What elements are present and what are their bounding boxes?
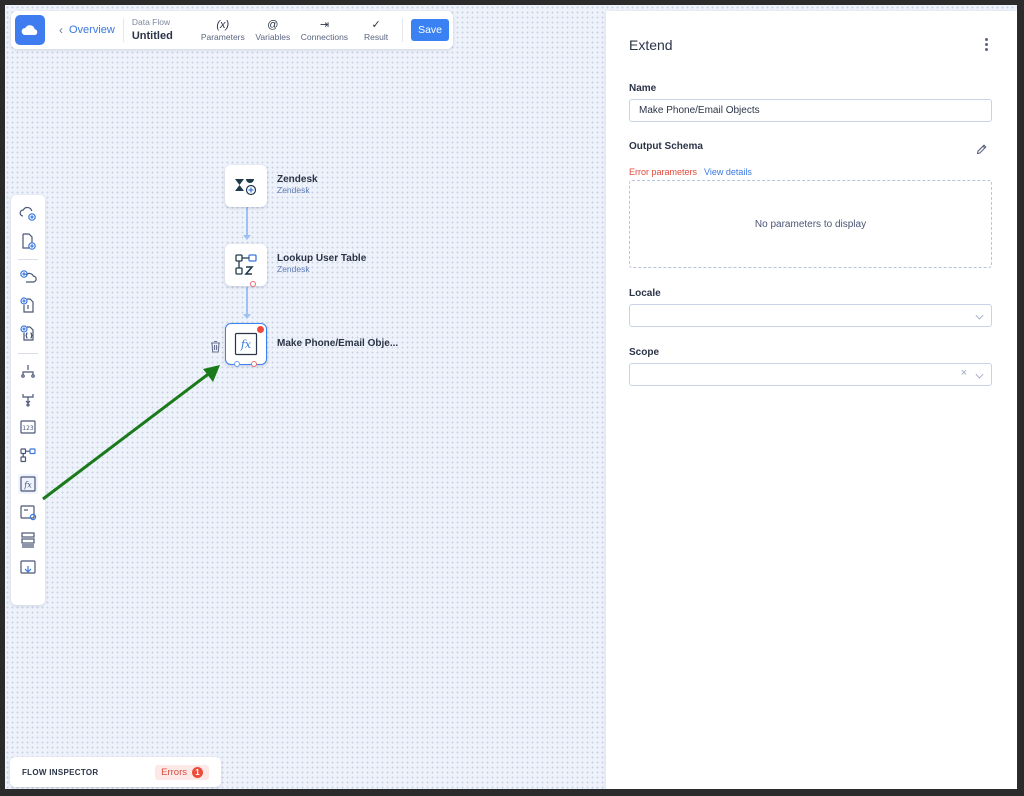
result-label: Result	[364, 31, 389, 42]
output-port[interactable]	[250, 281, 256, 287]
errors-badge[interactable]: Errors 1	[155, 764, 209, 780]
connector-line	[246, 207, 248, 237]
save-button[interactable]: Save	[411, 19, 450, 41]
clear-icon[interactable]: ×	[961, 367, 967, 379]
errors-count: 1	[192, 766, 203, 778]
app-logo-icon[interactable]	[15, 15, 45, 45]
breadcrumb-type: Data Flow	[131, 17, 171, 28]
no-params-text: No parameters to display	[754, 218, 867, 230]
zendesk-add-icon	[235, 179, 257, 196]
svg-text:123: 123	[22, 425, 34, 432]
error-parameters-text: Error parameters	[629, 167, 698, 177]
properties-panel: Extend Name Output Schema Error paramete…	[606, 11, 1017, 789]
top-toolbar: ‹ Overview Data Flow Untitled (x) Parame…	[11, 11, 453, 49]
output-port[interactable]	[251, 361, 257, 367]
annotation-arrow-icon	[42, 365, 220, 501]
connector-arrow-icon	[243, 314, 251, 319]
more-options-icon[interactable]	[983, 38, 989, 52]
name-label: Name	[629, 83, 657, 94]
number-icon[interactable]: 123	[18, 417, 38, 437]
app-window: ‹ Overview Data Flow Untitled (x) Parame…	[5, 5, 1017, 789]
chevron-down-icon	[975, 311, 984, 320]
result-icon: ✓	[371, 18, 381, 31]
node-lookup-user-table[interactable]	[225, 244, 267, 287]
node-title: Zendesk	[277, 174, 318, 185]
input-port[interactable]	[234, 361, 240, 367]
palette-divider	[18, 259, 38, 260]
node-subtitle: Zendesk	[277, 184, 310, 195]
add-cloud-target-icon[interactable]	[18, 267, 38, 287]
locale-label: Locale	[629, 288, 661, 299]
connections-label: Connections	[300, 31, 349, 42]
flow-inspector-bar[interactable]: FLOW INSPECTOR Errors 1	[10, 757, 221, 787]
output-schema-label: Output Schema	[629, 141, 703, 152]
lookup-table-icon	[235, 254, 257, 275]
add-json-target-icon[interactable]	[18, 323, 38, 343]
toolbar-divider	[402, 18, 404, 42]
locale-select[interactable]	[629, 304, 992, 327]
email-icon[interactable]	[18, 502, 38, 522]
flow-title[interactable]: Untitled	[132, 30, 173, 42]
branch-icon[interactable]	[18, 361, 38, 381]
output-icon[interactable]	[18, 558, 38, 578]
connector-arrow-icon	[243, 235, 251, 240]
stack-icon[interactable]	[18, 530, 38, 550]
merge-icon[interactable]	[18, 389, 38, 409]
edit-pencil-icon[interactable]	[976, 142, 987, 160]
connector-line	[246, 287, 248, 317]
trash-icon[interactable]	[210, 340, 221, 358]
name-input[interactable]	[629, 99, 992, 122]
overview-label: Overview	[69, 24, 115, 36]
node-title: Lookup User Table	[277, 253, 367, 264]
parameters-button[interactable]: (x) Parameters	[201, 19, 245, 42]
errors-label: Errors	[161, 766, 187, 778]
breadcrumb: Data Flow Untitled	[131, 17, 173, 42]
node-make-phone-email-label: Make Phone/Email Obje...	[277, 338, 398, 350]
svg-text:fx: fx	[240, 338, 252, 351]
fx-icon: fx	[234, 332, 258, 356]
output-schema-box: No parameters to display	[629, 180, 992, 268]
parameters-label: Parameters	[200, 31, 245, 42]
connections-button[interactable]: ⇥ Connections	[301, 19, 348, 42]
palette-divider	[18, 353, 38, 354]
variables-label: Variables	[255, 31, 291, 42]
node-lookup-label: Lookup User Table Zendesk	[277, 253, 366, 274]
add-file-target-icon[interactable]	[18, 295, 38, 315]
lookup-icon[interactable]	[18, 445, 38, 465]
svg-text:fx: fx	[23, 481, 32, 490]
result-button[interactable]: ✓ Result	[354, 19, 398, 42]
toolbar-tools: (x) Parameters @ Variables ⇥ Connections…	[201, 19, 398, 42]
parameters-icon: (x)	[216, 18, 230, 31]
flow-inspector-label: FLOW INSPECTOR	[22, 767, 99, 777]
variables-icon: @	[267, 18, 279, 31]
back-to-overview-link[interactable]: ‹ Overview	[59, 23, 115, 37]
node-zendesk[interactable]	[225, 165, 267, 207]
fx-extend-icon[interactable]: fx	[18, 474, 38, 494]
chevron-down-icon	[975, 370, 984, 379]
add-cloud-source-icon[interactable]	[18, 203, 38, 223]
scope-select[interactable]: ×	[629, 363, 992, 386]
scope-label: Scope	[629, 347, 660, 358]
node-title: Make Phone/Email Obje...	[277, 338, 399, 349]
view-details-link[interactable]: View details	[704, 167, 752, 177]
connections-icon: ⇥	[319, 18, 330, 31]
node-subtitle: Zendesk	[277, 263, 310, 274]
panel-title: Extend	[629, 37, 673, 53]
variables-button[interactable]: @ Variables	[251, 19, 295, 42]
error-indicator	[257, 326, 264, 333]
node-make-phone-email[interactable]: fx	[225, 323, 267, 367]
node-zendesk-label: Zendesk Zendesk	[277, 174, 318, 195]
toolbar-divider	[122, 18, 124, 42]
chevron-left-icon: ‹	[59, 23, 63, 37]
add-file-source-icon[interactable]	[18, 231, 38, 251]
